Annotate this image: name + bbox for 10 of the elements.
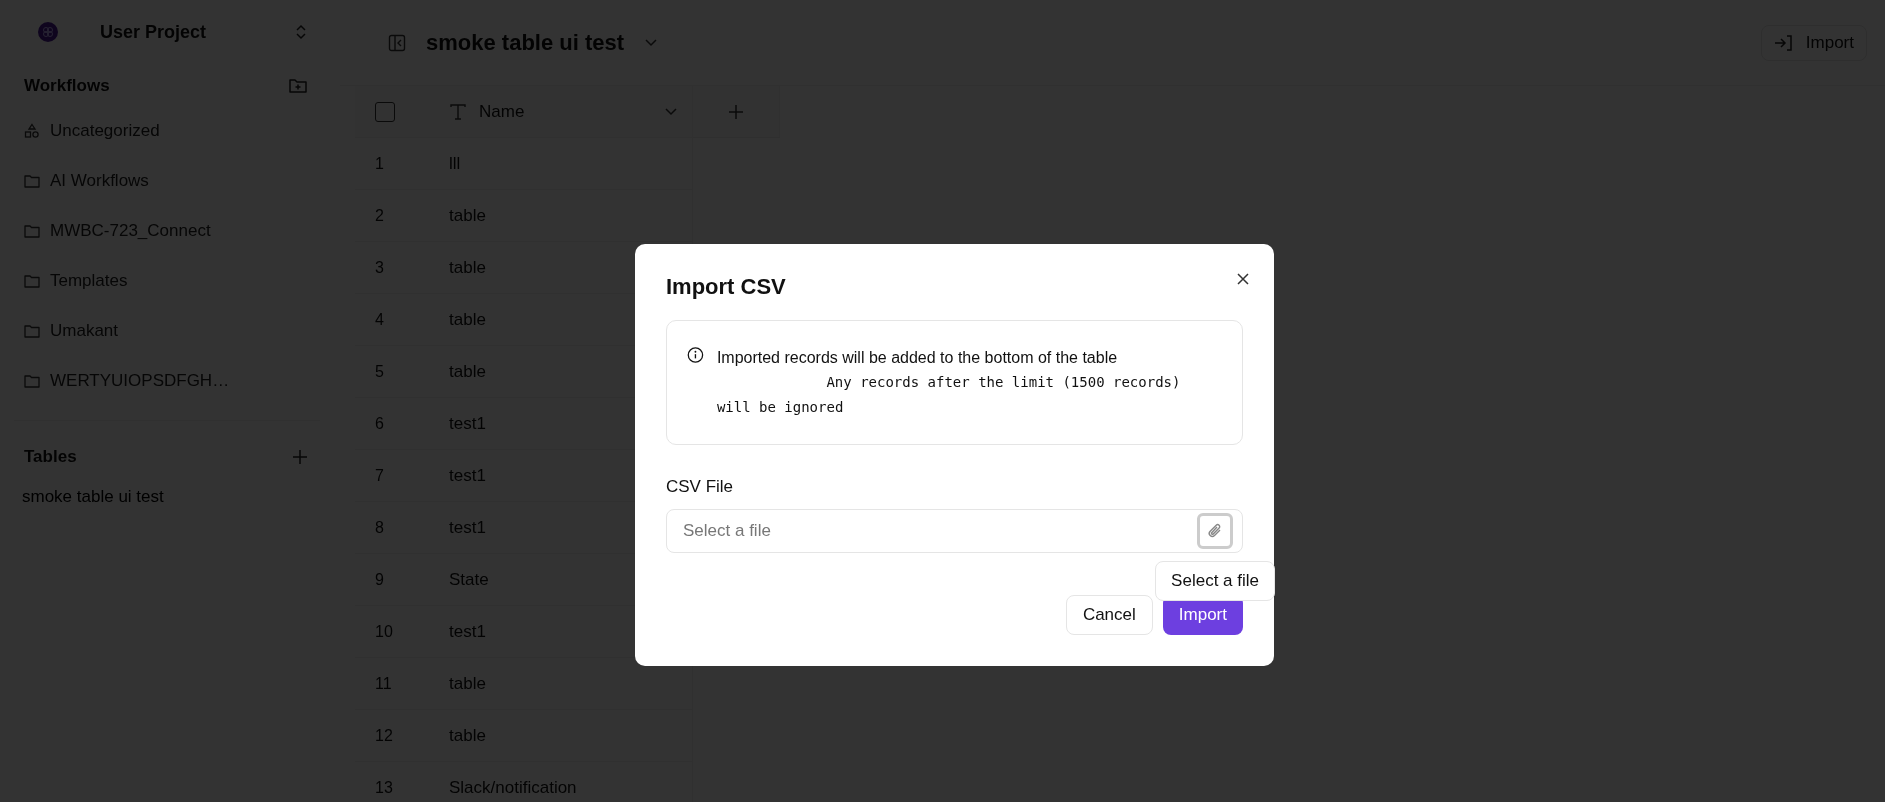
notice-message: Imported records will be added to the bottom of the table [716, 348, 1119, 368]
info-icon [687, 345, 704, 365]
dialog-title: Import CSV [666, 274, 787, 300]
notice-note: Any records after the limit (1500 records) will be ignored [716, 373, 1182, 417]
cancel-button[interactable]: Cancel [1065, 595, 1153, 635]
field-label: CSV File [666, 477, 735, 497]
attach-button[interactable] [1197, 513, 1233, 549]
close-icon[interactable] [1236, 272, 1250, 286]
tooltip: Select a file [1155, 561, 1275, 601]
file-input-field[interactable]: Select a file [666, 509, 1243, 553]
